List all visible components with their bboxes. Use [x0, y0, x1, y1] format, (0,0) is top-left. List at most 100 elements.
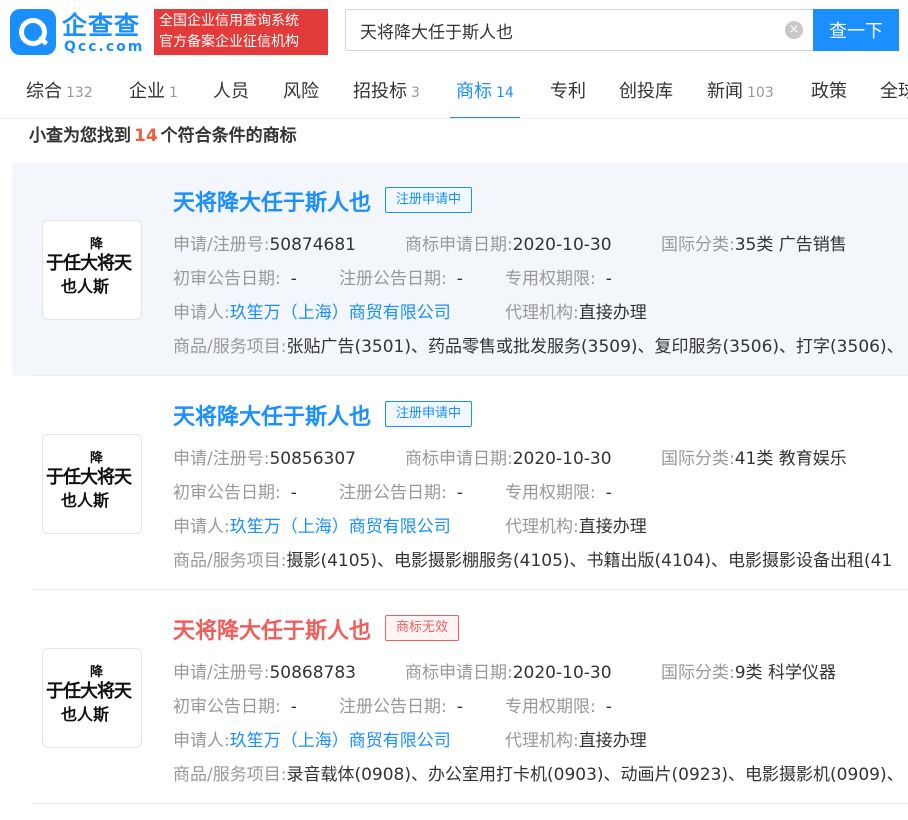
- prelim-date-field: 初审公告日期: -: [173, 692, 297, 717]
- result-count: 14: [134, 126, 158, 146]
- slogan-banner: 全国企业信用查询系统 官方备案企业征信机构: [154, 9, 328, 55]
- exclusive-label: 专用权期限:: [505, 483, 596, 503]
- goods-value: 张贴广告(3501)、药品零售或批发服务(3509)、复印服务(3506)、打字…: [286, 337, 904, 357]
- reg-no-field: 申请/注册号:50856307: [173, 444, 356, 469]
- reg-no-label: 申请/注册号:: [173, 449, 270, 469]
- agency-value: 直接办理: [578, 517, 647, 537]
- trademark-card[interactable]: 降 于任大将天 也人斯 天将降大任于斯人也 注册申请中 申请/注册号:50874…: [12, 163, 908, 376]
- apply-date-value: 2020-10-30: [512, 663, 612, 683]
- tab-label: 专利: [550, 81, 586, 102]
- tab-global[interactable]: 全球: [880, 67, 908, 118]
- summary-suffix: 个符合条件的商标: [160, 126, 297, 146]
- tab-risk[interactable]: 风险: [283, 67, 319, 118]
- reg-date-field: 注册公告日期: -: [339, 264, 463, 289]
- card-divider: [32, 375, 908, 376]
- prelim-date-label: 初审公告日期:: [173, 483, 281, 503]
- reg-date-value: -: [456, 483, 463, 503]
- card-divider: [32, 803, 908, 804]
- prelim-date-field: 初审公告日期: -: [173, 478, 297, 503]
- agency-value: 直接办理: [578, 731, 647, 751]
- logo-glyph-line1: 于任大将天: [46, 681, 132, 702]
- detail-row-4: 商品/服务项目:录音载体(0908)、办公室用打卡机(0903)、动画片(092…: [173, 760, 904, 785]
- tab-label: 创投库: [619, 81, 673, 102]
- applicant-link[interactable]: 玖笙万（上海）商贸有限公司: [230, 517, 451, 537]
- tab-bidding[interactable]: 招投标 3: [353, 67, 420, 118]
- intl-class-field: 国际分类:35类 广告销售: [661, 230, 847, 255]
- summary-prefix: 小查为您找到: [29, 126, 131, 146]
- logo-glyph-line2: 也人斯: [61, 491, 110, 510]
- search-input[interactable]: [360, 10, 780, 50]
- trademark-logo-image[interactable]: 降 于任大将天 也人斯: [42, 220, 142, 320]
- detail-row-4: 商品/服务项目:张贴广告(3501)、药品零售或批发服务(3509)、复印服务(…: [173, 332, 904, 357]
- tab-count: 132: [66, 85, 93, 101]
- prelim-date-value: -: [290, 269, 297, 289]
- apply-date-value: 2020-10-30: [512, 449, 612, 469]
- reg-date-value: -: [456, 697, 463, 717]
- close-circle-icon[interactable]: ×: [785, 21, 803, 39]
- applicant-field: 申请人:玖笙万（上海）商贸有限公司: [173, 512, 451, 537]
- intl-class-label: 国际分类:: [661, 235, 735, 255]
- tab-policy[interactable]: 政策: [811, 67, 847, 118]
- reg-date-label: 注册公告日期:: [339, 269, 447, 289]
- reg-date-value: -: [456, 269, 463, 289]
- applicant-link[interactable]: 玖笙万（上海）商贸有限公司: [230, 731, 451, 751]
- tab-count: 103: [747, 85, 774, 101]
- trademark-logo-image[interactable]: 降 于任大将天 也人斯: [42, 434, 142, 534]
- goods-value: 录音载体(0908)、办公室用打卡机(0903)、动画片(0923)、电影摄影机…: [286, 765, 904, 785]
- tab-label: 人员: [213, 81, 249, 102]
- prelim-date-label: 初审公告日期:: [173, 269, 281, 289]
- applicant-link[interactable]: 玖笙万（上海）商贸有限公司: [230, 303, 451, 323]
- exclusive-field: 专用权期限: -: [505, 478, 612, 503]
- exclusive-value: -: [605, 269, 612, 289]
- applicant-label: 申请人:: [173, 517, 230, 537]
- reg-no-label: 申请/注册号:: [173, 663, 270, 683]
- goods-value: 摄影(4105)、电影摄影棚服务(4105)、书籍出版(4104)、电影摄影设备…: [286, 551, 893, 571]
- reg-date-label: 注册公告日期:: [339, 697, 447, 717]
- tab-label: 商标: [456, 81, 492, 102]
- intl-class-field: 国际分类:9类 科学仪器: [661, 658, 836, 683]
- tab-venture[interactable]: 创投库: [619, 67, 673, 118]
- trademark-title[interactable]: 天将降大任于斯人也: [173, 613, 371, 645]
- tab-company[interactable]: 企业 1: [129, 67, 178, 118]
- trademark-title[interactable]: 天将降大任于斯人也: [173, 185, 371, 217]
- trademark-title[interactable]: 天将降大任于斯人也: [173, 399, 371, 431]
- trademark-card[interactable]: 降 于任大将天 也人斯 天将降大任于斯人也 商标无效 申请/注册号:508687…: [12, 591, 908, 804]
- tab-patent[interactable]: 专利: [550, 67, 586, 118]
- tab-people[interactable]: 人员: [213, 67, 249, 118]
- logo-glyph-line1: 于任大将天: [46, 467, 132, 488]
- search-button[interactable]: 查一下: [813, 9, 899, 51]
- tab-news[interactable]: 新闻 103: [707, 67, 774, 118]
- apply-date-value: 2020-10-30: [512, 235, 612, 255]
- prelim-date-field: 初审公告日期: -: [173, 264, 297, 289]
- agency-label: 代理机构:: [505, 303, 579, 323]
- logo-glyph-line2: 也人斯: [61, 277, 110, 296]
- goods-label: 商品/服务项目:: [173, 337, 287, 357]
- tab-label: 风险: [283, 81, 319, 102]
- apply-date-field: 商标申请日期:2020-10-30: [405, 444, 612, 469]
- search-box: ×: [345, 9, 813, 51]
- intl-class-label: 国际分类:: [661, 449, 735, 469]
- tab-label: 招投标: [353, 81, 407, 102]
- reg-no-field: 申请/注册号:50868783: [173, 658, 356, 683]
- agency-label: 代理机构:: [505, 731, 579, 751]
- apply-date-label: 商标申请日期:: [405, 235, 513, 255]
- reg-no-value: 50856307: [269, 449, 356, 469]
- reg-no-label: 申请/注册号:: [173, 235, 270, 255]
- goods-label: 商品/服务项目:: [173, 765, 287, 785]
- reg-no-field: 申请/注册号:50874681: [173, 230, 356, 255]
- trademark-card[interactable]: 降 于任大将天 也人斯 天将降大任于斯人也 注册申请中 申请/注册号:50856…: [12, 377, 908, 590]
- prelim-date-value: -: [290, 483, 297, 503]
- tab-label: 政策: [811, 81, 847, 102]
- applicant-field: 申请人:玖笙万（上海）商贸有限公司: [173, 726, 451, 751]
- qcc-logo-icon[interactable]: [10, 9, 56, 55]
- reg-date-label: 注册公告日期:: [339, 483, 447, 503]
- tab-trademark[interactable]: 商标 14: [450, 67, 520, 118]
- logo-name[interactable]: 企查查: [62, 6, 140, 42]
- trademark-logo-image[interactable]: 降 于任大将天 也人斯: [42, 648, 142, 748]
- exclusive-label: 专用权期限:: [505, 697, 596, 717]
- category-tabs: 综合 132 企业 1 人员 风险 招投标 3 商标 14 专利 创投库 新闻 103 政…: [0, 67, 908, 119]
- apply-date-field: 商标申请日期:2020-10-30: [405, 230, 612, 255]
- apply-date-field: 商标申请日期:2020-10-30: [405, 658, 612, 683]
- slogan-line-2: 官方备案企业征信机构: [159, 34, 299, 50]
- tab-all[interactable]: 综合 132: [26, 67, 93, 118]
